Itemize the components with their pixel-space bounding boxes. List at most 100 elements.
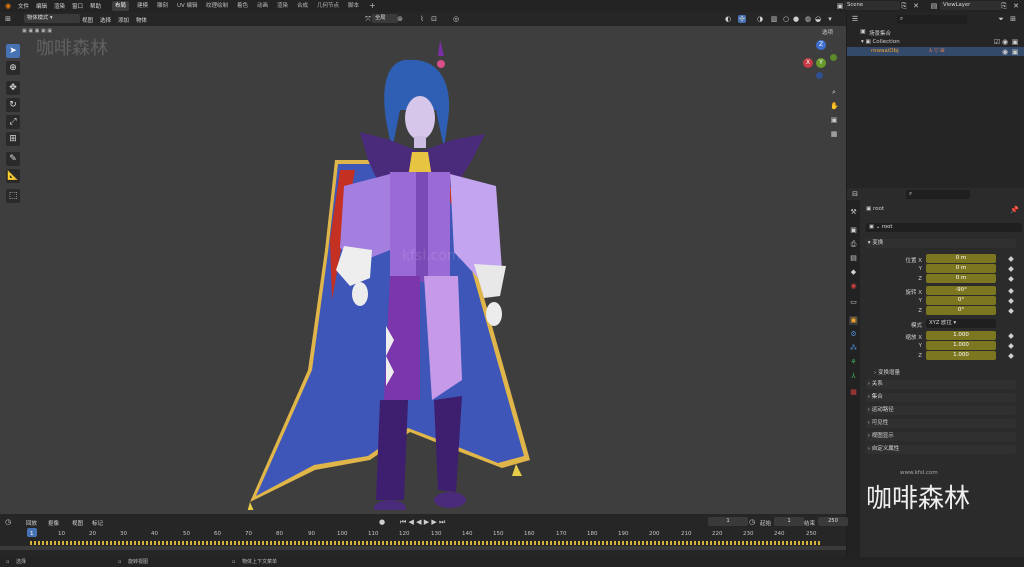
tab-scripting[interactable]: 脚本 [345,1,362,11]
character-model[interactable] [240,40,540,510]
transform-section-header[interactable]: ▾ 变换 [866,239,1016,248]
collections-section-header[interactable]: › 集合 [866,393,1016,402]
constraints-tab-icon[interactable]: ⅄ [849,372,858,381]
location-y-field[interactable]: 0 m [926,264,996,273]
shading-material-icon[interactable]: ◍ [804,15,812,23]
proportional-edit-icon[interactable]: ◎ [452,15,460,23]
menu-view[interactable]: 视图 [82,16,93,24]
options-dropdown[interactable]: 选项 [822,28,833,36]
tab-compositing[interactable]: 合成 [294,1,311,11]
mode-selector[interactable]: 物体模式 ▾ [24,14,80,23]
menu-object[interactable]: 物体 [136,16,147,24]
outliner-filter-icon[interactable]: ⏷ [997,15,1005,23]
annotate-tool-icon[interactable]: ✎ [6,152,20,166]
relations-section-header[interactable]: › 关系 [866,380,1016,389]
current-frame-field[interactable]: 1 [708,517,748,526]
menu-file[interactable]: 文件 [18,2,29,10]
data-tab-icon[interactable]: ▦ [849,388,858,397]
outliner-editor-icon[interactable]: ☰ [851,15,859,23]
location-z-field[interactable]: 0 m [926,274,996,283]
transform-tool-icon[interactable]: ⊞ [6,132,20,146]
rotation-z-field[interactable]: 0° [926,306,996,315]
start-frame-field[interactable]: 1 [774,517,804,526]
tab-uv-editing[interactable]: UV 编辑 [174,1,201,11]
shading-rendered-icon[interactable]: ◒ [814,15,822,23]
gizmo-icon[interactable]: ✣ [738,15,746,23]
motion-paths-section-header[interactable]: › 运动路径 [866,406,1016,415]
perspective-toggle-icon[interactable]: ▦ [830,130,838,138]
collection-camera-icon[interactable]: ▣ [1011,38,1019,46]
visibility-icon[interactable]: ◐ [724,15,732,23]
select-box-tool-icon[interactable]: ➤ [6,44,20,58]
menu-edit[interactable]: 编辑 [36,2,47,10]
collection-tab-icon[interactable]: ▭ [849,298,858,307]
timeline-editor-icon[interactable]: ◷ [4,518,12,526]
editor-type-icon[interactable]: ⊞ [4,15,12,23]
rotation-y-field[interactable]: 0° [926,296,996,305]
tab-animation[interactable]: 动画 [254,1,271,11]
physics-tab-icon[interactable]: ⚘ [849,358,858,367]
location-x-field[interactable]: 0 m [926,254,996,263]
camera-view-icon[interactable]: ▣ [830,116,838,124]
gizmo-z-axis[interactable]: Z [816,40,826,50]
viewport-display-section-header[interactable]: › 视图显示 [866,432,1016,441]
tab-texture-paint[interactable]: 纹理绘制 [203,1,231,11]
move-tool-icon[interactable]: ✥ [6,81,20,95]
outliner-search-input[interactable]: ⌕ [897,15,967,24]
properties-search-input[interactable]: ⌕ [906,190,970,199]
rotation-x-field[interactable]: -90° [926,286,996,295]
scale-z-field[interactable]: 1.000 [926,351,996,360]
new-viewlayer-icon[interactable]: ⎘ [1000,2,1008,10]
output-tab-icon[interactable]: ⎙ [849,240,858,249]
menu-keying[interactable]: 抠像 [48,519,59,527]
record-icon[interactable]: ● [378,518,386,526]
new-scene-icon[interactable]: ⎘ [900,2,908,10]
scene-tab-icon[interactable]: ◆ [849,268,858,277]
pin-icon[interactable]: 📌 [1010,206,1019,214]
modifier-tab-icon[interactable]: ⚙ [849,330,858,339]
playback-controls[interactable]: ⏮ ◀ ◀ ▶ ▶ ⏭ [400,518,445,527]
tab-sculpting[interactable]: 雕刻 [154,1,171,11]
gizmo-neg-y[interactable] [830,54,837,61]
zoom-icon[interactable]: ⌕ [830,88,838,96]
scale-x-field[interactable]: 1.000 [926,331,996,340]
collection-eye-icon[interactable]: ◉ [1001,38,1009,46]
tab-shading[interactable]: 着色 [234,1,251,11]
pivot-icon[interactable]: ⊚ [396,15,404,23]
collection-row[interactable]: ▾ ▣ Collection [861,39,900,45]
delete-viewlayer-icon[interactable]: ✕ [1012,2,1020,10]
object-name-field[interactable]: ▣ ⌄ root [866,223,1022,232]
add-cube-tool-icon[interactable]: ⬚ [6,189,20,203]
preview-range-icon[interactable]: ◷ [748,518,756,526]
menu-help[interactable]: 帮助 [90,2,101,10]
object-eye-icon[interactable]: ◉ [1001,48,1009,56]
shading-options-icon[interactable]: ▾ [826,15,834,23]
particles-tab-icon[interactable]: ⁂ [849,344,858,353]
menu-render[interactable]: 渲染 [54,2,65,10]
gizmo-neg-z[interactable] [816,72,823,79]
pan-hand-icon[interactable]: ✋ [830,102,839,110]
shading-wireframe-icon[interactable]: ○ [782,15,790,23]
tool-tab-icon[interactable]: ⚒ [849,208,858,217]
view-layer-tab-icon[interactable]: ▤ [849,254,858,263]
object-camera-icon[interactable]: ▣ [1011,48,1019,56]
scale-y-field[interactable]: 1.000 [926,341,996,350]
world-tab-icon[interactable]: ◉ [849,282,858,291]
keyframe-strip[interactable] [30,541,820,545]
transform-orientation[interactable]: 全局 [372,14,398,23]
new-collection-icon[interactable]: ⊞ [1009,15,1017,23]
render-tab-icon[interactable]: ▣ [849,226,858,235]
delta-transform-row[interactable]: › 变换增量 [874,368,900,376]
menu-marker[interactable]: 标记 [92,519,103,527]
timeline-scrollbar[interactable] [0,546,846,550]
tab-geometry-nodes[interactable]: 几何节点 [314,1,342,11]
overlay-icon[interactable]: ◑ [756,15,764,23]
menu-select[interactable]: 选择 [100,16,111,24]
measure-tool-icon[interactable]: 📐 [6,169,20,183]
blender-logo-icon[interactable]: ◉ [4,2,12,10]
tab-layout[interactable]: 布局 [112,1,130,11]
3d-viewport[interactable]: ▣ ▣ ▣ ▣ ▣ 咖啡森林 选项 ➤ ⊕ ✥ ↻ ⤢ ⊞ ✎ 📐 ⬚ Z X … [0,26,846,514]
viewlayer-selector[interactable]: ViewLayer [940,1,1002,10]
gizmo-y-axis[interactable]: Y [816,58,826,68]
add-workspace-button[interactable]: + [366,1,379,11]
